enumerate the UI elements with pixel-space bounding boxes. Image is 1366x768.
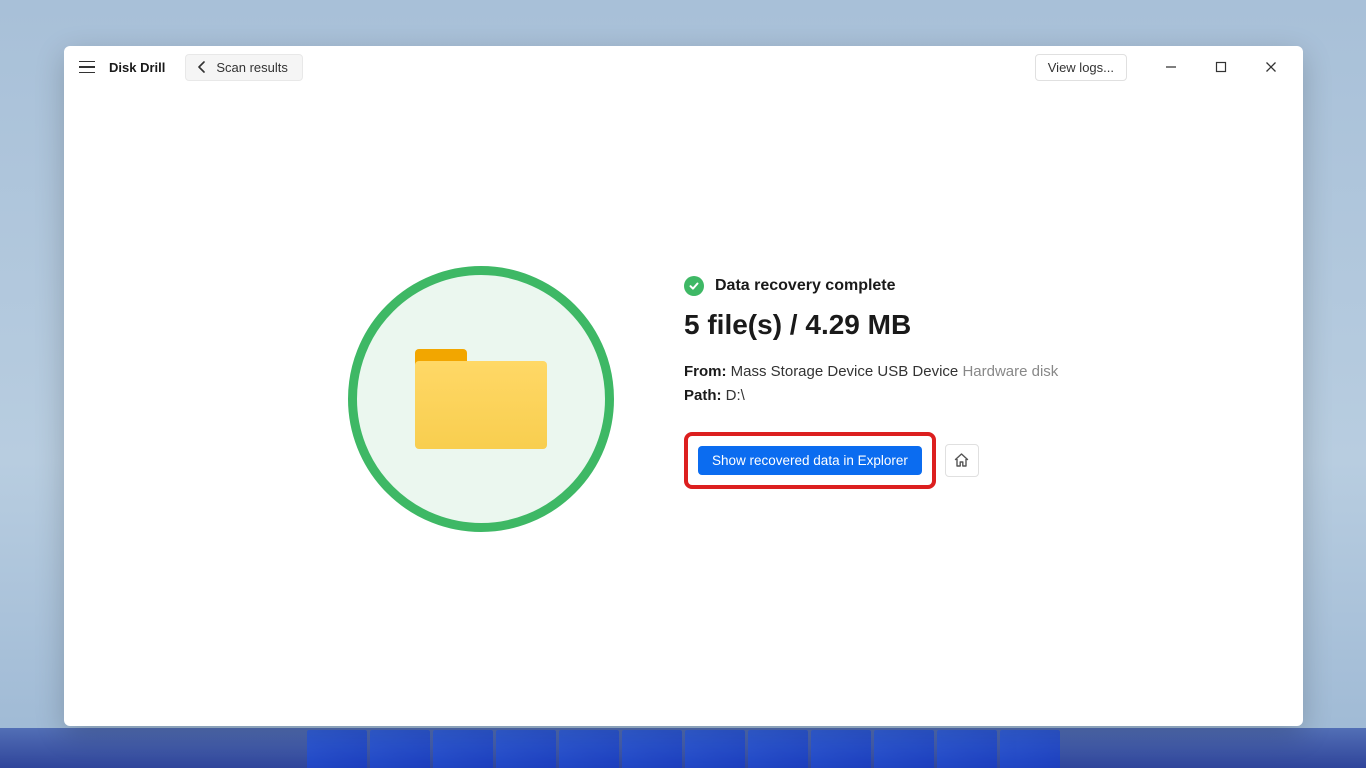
minimize-button[interactable] [1157,53,1185,81]
from-label: From: [684,363,727,380]
chevron-left-icon [196,61,208,73]
taskbar-area [0,728,1366,768]
success-graphic [348,266,614,532]
scan-results-label: Scan results [216,60,288,75]
view-logs-button[interactable]: View logs... [1035,54,1127,81]
from-value: Mass Storage Device USB Device [731,363,959,380]
path-line: Path: D:\ [684,387,1058,404]
window-controls [1157,53,1297,81]
status-line: Data recovery complete [684,276,1058,296]
content-area: Data recovery complete 5 file(s) / 4.29 … [64,88,1303,726]
highlight-annotation: Show recovered data in Explorer [684,432,936,489]
taskbar-decoration [307,730,1060,768]
app-title: Disk Drill [109,60,165,75]
home-icon [953,452,970,469]
scan-results-button[interactable]: Scan results [185,54,303,81]
maximize-button[interactable] [1207,53,1235,81]
check-circle-icon [684,276,704,296]
action-row: Show recovered data in Explorer [684,432,1058,489]
status-text: Data recovery complete [715,277,896,295]
app-window: Disk Drill Scan results View logs... [64,46,1303,726]
folder-icon [415,349,547,449]
titlebar: Disk Drill Scan results View logs... [64,46,1303,88]
recovery-summary: 5 file(s) / 4.29 MB [684,309,1058,341]
from-line: From: Mass Storage Device USB Device Har… [684,363,1058,380]
close-button[interactable] [1257,53,1285,81]
info-panel: Data recovery complete 5 file(s) / 4.29 … [684,266,1058,489]
home-button[interactable] [945,444,979,477]
path-value: D:\ [726,387,745,404]
menu-icon[interactable] [77,56,99,78]
show-in-explorer-button[interactable]: Show recovered data in Explorer [698,446,922,475]
path-label: Path: [684,387,722,404]
from-suffix: Hardware disk [962,363,1058,380]
